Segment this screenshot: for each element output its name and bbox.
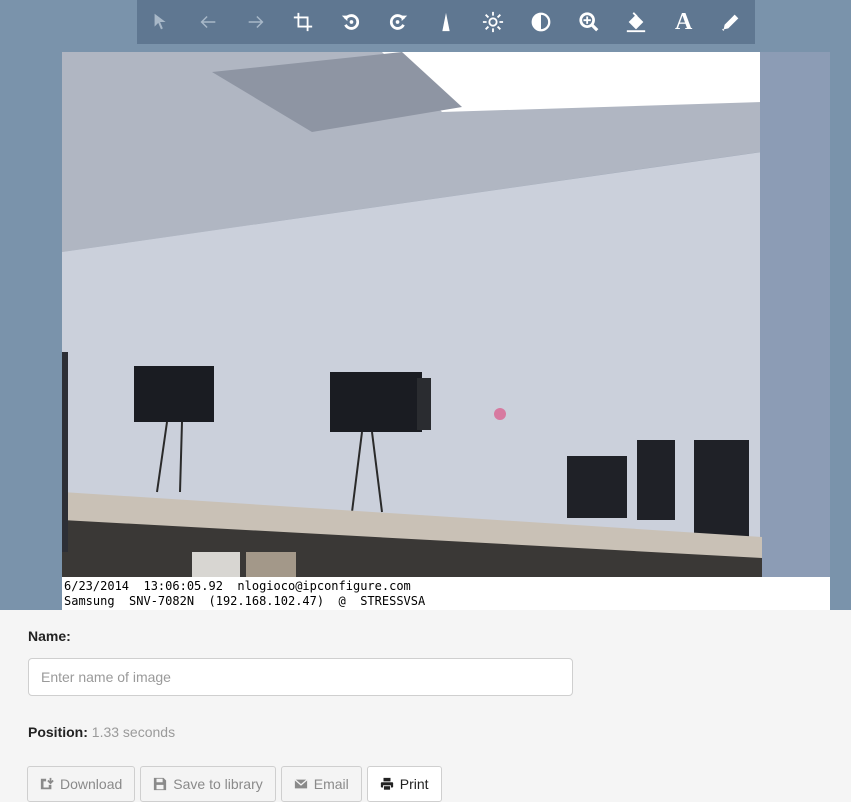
zoom-in-icon[interactable] (571, 4, 607, 40)
print-button[interactable]: Print (366, 766, 442, 802)
rotate-right-icon[interactable] (380, 4, 416, 40)
pointer-icon[interactable] (143, 4, 179, 40)
email-button[interactable]: Email (280, 766, 362, 802)
envelope-icon (294, 777, 308, 791)
redo-arrow-icon[interactable] (238, 4, 274, 40)
snapshot-caption: 6/23/2014 13:06:05.92 nlogioco@ipconfigu… (62, 577, 830, 610)
fill-icon[interactable] (618, 4, 654, 40)
text-icon[interactable]: A (666, 4, 702, 40)
caption-line-1: 6/23/2014 13:06:05.92 nlogioco@ipconfigu… (64, 579, 411, 593)
save-to-library-button[interactable]: Save to library (140, 766, 276, 802)
snapshot-form: Name: Position: 1.33 seconds Download Sa… (27, 628, 828, 802)
action-buttons: Download Save to library Email Print (27, 766, 442, 802)
position-readout: Position: 1.33 seconds (28, 724, 175, 740)
name-label: Name: (28, 628, 71, 644)
download-icon (40, 777, 54, 791)
crop-icon[interactable] (285, 4, 321, 40)
print-label: Print (399, 776, 429, 792)
position-value: 1.33 seconds (91, 724, 176, 740)
image-viewer: A 6/23/2014 13:06:05.92 nlogioco@ipconfi… (0, 0, 851, 610)
printer-icon (380, 777, 394, 791)
image-edit-toolbar: A (137, 0, 755, 44)
save-label: Save to library (173, 776, 263, 792)
camera-snapshot-image[interactable]: 6/23/2014 13:06:05.92 nlogioco@ipconfigu… (62, 52, 830, 610)
office-scene-picture (62, 52, 830, 577)
email-label: Email (313, 776, 349, 792)
pencil-icon[interactable] (713, 4, 749, 40)
caption-line-2: Samsung SNV-7082N (192.168.102.47) @ STR… (64, 594, 426, 608)
brightness-icon[interactable] (475, 4, 511, 40)
floppy-disk-icon (153, 777, 167, 791)
image-name-input[interactable] (28, 658, 573, 696)
download-label: Download (60, 776, 123, 792)
contrast-icon[interactable] (523, 4, 559, 40)
undo-arrow-icon[interactable] (190, 4, 226, 40)
rotate-left-icon[interactable] (333, 4, 369, 40)
download-button[interactable]: Download (27, 766, 136, 802)
sharpen-icon[interactable] (428, 4, 464, 40)
position-label: Position: (28, 724, 88, 740)
